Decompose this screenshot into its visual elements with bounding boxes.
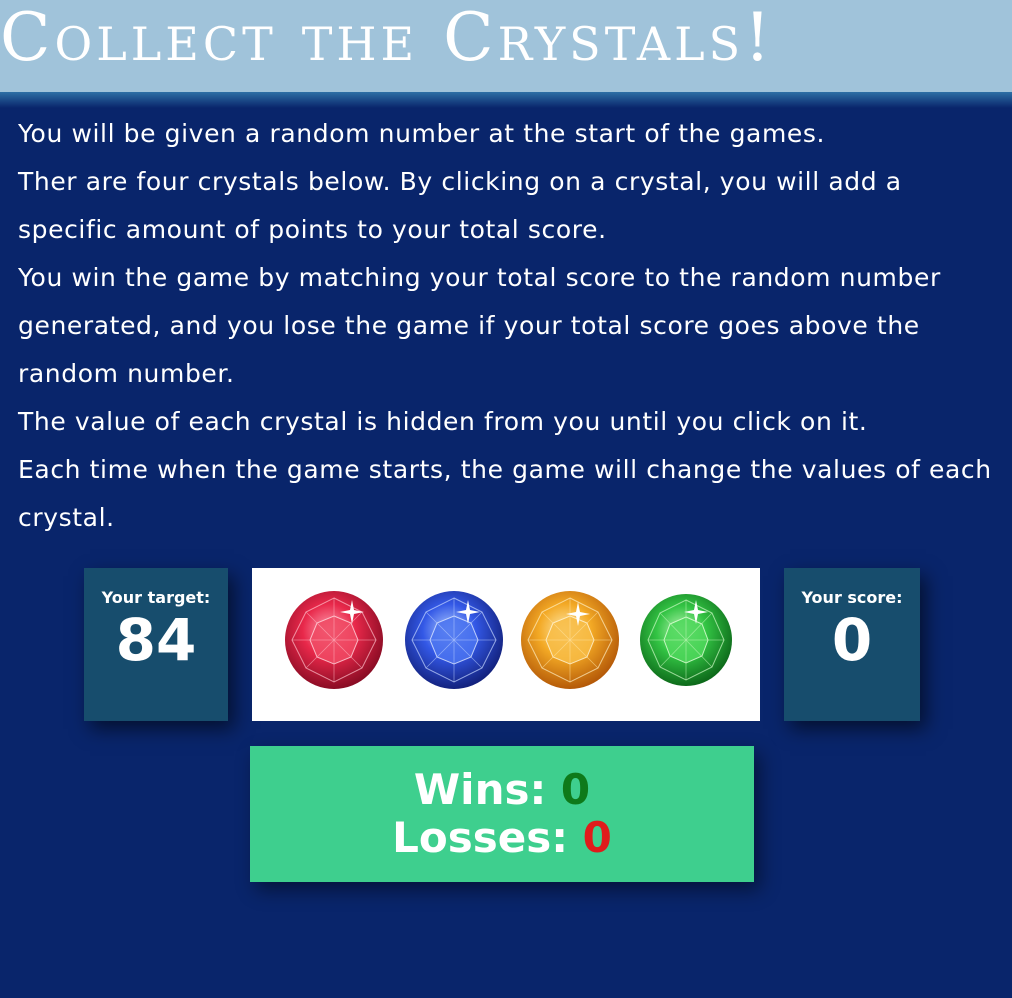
wins-value: 0 xyxy=(560,765,591,814)
target-label: Your target: xyxy=(101,588,211,607)
blue-crystal-button[interactable] xyxy=(404,590,504,690)
green-crystal-button[interactable] xyxy=(636,590,736,690)
instruction-line: You will be given a random number at the… xyxy=(18,119,826,148)
yellow-crystal-button[interactable] xyxy=(520,590,620,690)
losses-line: Losses: 0 xyxy=(250,814,754,862)
score-value: 0 xyxy=(831,606,873,674)
crystal-board xyxy=(252,568,760,721)
page-title: Collect the Crystals! xyxy=(0,0,775,76)
score-panel: Your score: 0 xyxy=(784,568,920,721)
losses-value: 0 xyxy=(582,813,612,862)
record-panel: Wins: 0 Losses: 0 xyxy=(250,746,754,882)
instruction-line: Each time when the game starts, the game… xyxy=(18,455,992,532)
target-panel: Your target: 84 xyxy=(84,568,228,721)
target-value: 84 xyxy=(115,606,197,674)
score-label: Your score: xyxy=(801,588,903,607)
green-crystal-icon xyxy=(640,594,732,686)
yellow-crystal-icon xyxy=(521,591,619,689)
header-shadow xyxy=(0,92,1012,108)
instruction-line: You win the game by matching your total … xyxy=(18,263,941,388)
red-crystal-button[interactable] xyxy=(284,590,384,690)
blue-crystal-icon xyxy=(405,591,503,689)
instruction-line: Ther are four crystals below. By clickin… xyxy=(18,167,902,244)
header: Collect the Crystals! xyxy=(0,0,1012,92)
red-crystal-icon xyxy=(285,591,383,689)
wins-label: Wins: xyxy=(413,765,547,814)
instructions: You will be given a random number at the… xyxy=(18,110,1008,542)
losses-label: Losses: xyxy=(392,813,569,862)
wins-line: Wins: 0 xyxy=(250,766,754,814)
instruction-line: The value of each crystal is hidden from… xyxy=(18,407,868,436)
